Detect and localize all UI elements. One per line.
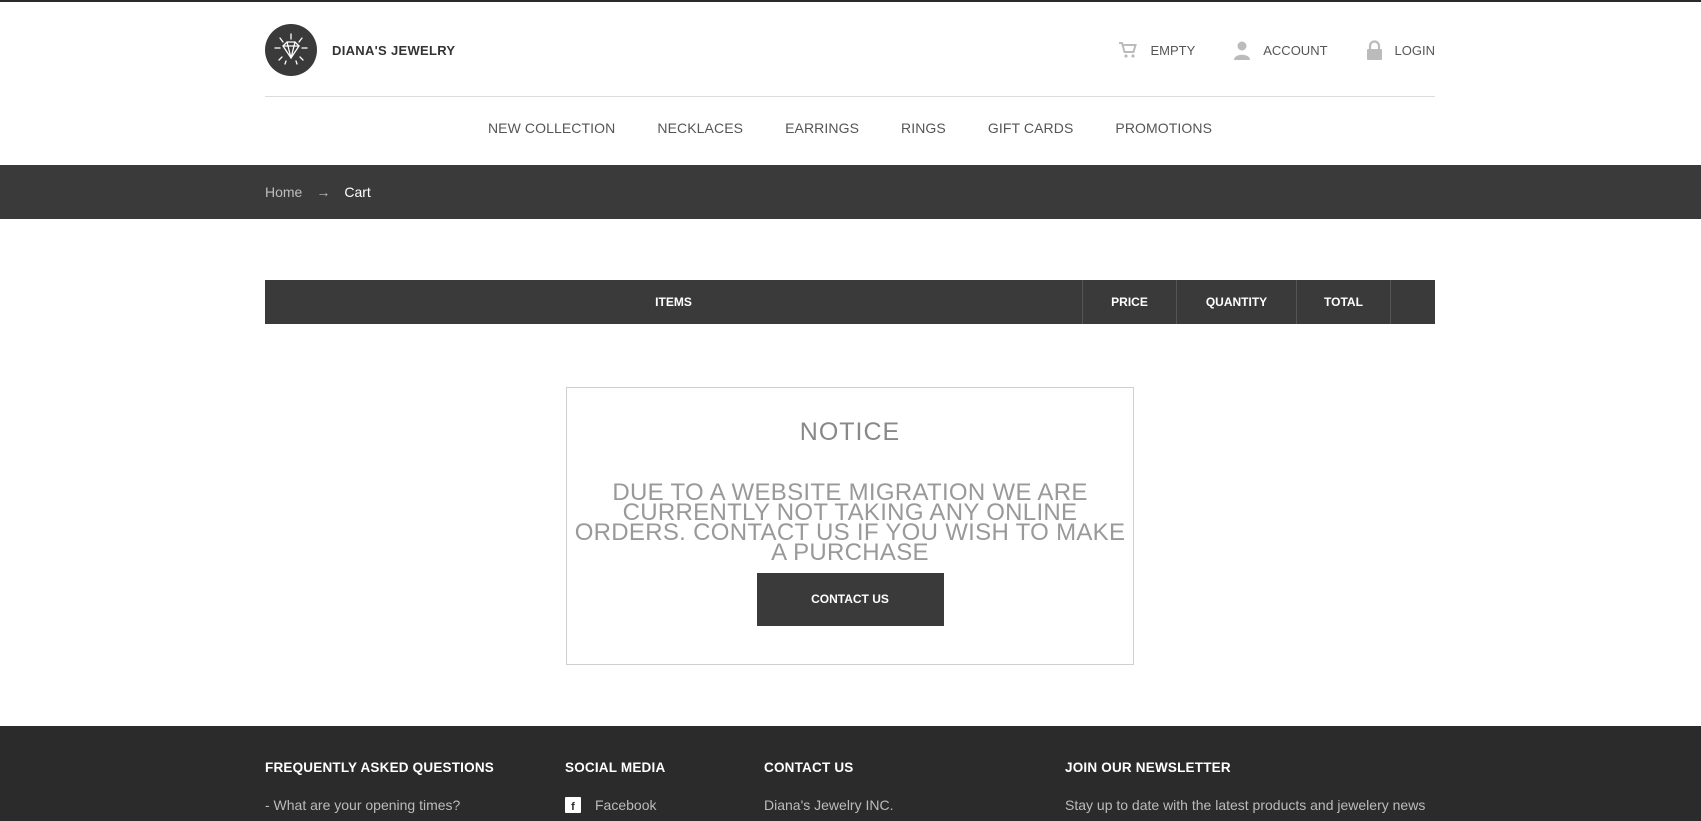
nav-item-necklaces[interactable]: NECKLACES: [657, 120, 743, 144]
column-header-quantity: QUANTITY: [1176, 280, 1296, 324]
nav-item-promotions[interactable]: PROMOTIONS: [1115, 120, 1212, 144]
login-label: LOGIN: [1394, 42, 1435, 58]
nav-item-gift-cards[interactable]: GIFT CARDS: [988, 120, 1074, 144]
nav-item-new-collection[interactable]: NEW COLLECTION: [488, 120, 615, 144]
footer-faq: FREQUENTLY ASKED QUESTIONS - What are yo…: [265, 760, 494, 813]
breadcrumb-band: Home → Cart: [0, 165, 1701, 219]
footer-newsletter-heading: JOIN OUR NEWSLETTER: [1065, 760, 1231, 775]
breadcrumb: Home → Cart: [265, 184, 371, 200]
nav-item-rings[interactable]: RINGS: [901, 120, 946, 144]
cart-status: EMPTY: [1150, 42, 1196, 58]
header-divider: [265, 96, 1435, 97]
column-header-price: PRICE: [1082, 280, 1176, 324]
breadcrumb-current: Cart: [344, 184, 371, 200]
lock-icon: [1366, 40, 1382, 60]
user-icon: [1234, 41, 1251, 60]
account-link[interactable]: ACCOUNT: [1233, 40, 1328, 60]
breadcrumb-separator: →: [316, 184, 331, 200]
footer-social-heading: SOCIAL MEDIA: [565, 760, 666, 775]
column-header-total: TOTAL: [1296, 280, 1390, 324]
company-name: Diana's Jewelry INC.: [764, 797, 894, 813]
main-nav: NEW COLLECTION NECKLACES EARRINGS RINGS …: [265, 120, 1435, 144]
cart-icon: [1119, 42, 1138, 58]
footer-newsletter: JOIN OUR NEWSLETTER Stay up to date with…: [1065, 760, 1425, 813]
site-header: DIANA'S JEWELRY EMPTY ACCOUNT LOGIN: [265, 24, 1435, 76]
footer-contact-heading: CONTACT US: [764, 760, 854, 775]
site-footer: FREQUENTLY ASKED QUESTIONS - What are yo…: [0, 726, 1701, 821]
footer-social: SOCIAL MEDIA f Facebook: [565, 760, 665, 813]
notice-title: NOTICE: [799, 418, 901, 446]
facebook-icon: f: [565, 797, 581, 813]
account-links: EMPTY ACCOUNT LOGIN: [1080, 40, 1435, 60]
nav-item-earrings[interactable]: EARRINGS: [785, 120, 859, 144]
login-link[interactable]: LOGIN: [1366, 40, 1435, 60]
breadcrumb-home-link[interactable]: Home: [265, 184, 302, 200]
logo[interactable]: DIANA'S JEWELRY: [265, 24, 455, 76]
notice-message: DUE TO A WEBSITE MIGRATION WE ARE CURREN…: [574, 479, 1126, 566]
facebook-label: Facebook: [595, 797, 657, 813]
column-header-actions: [1390, 280, 1435, 324]
contact-us-button[interactable]: CONTACT US: [756, 573, 944, 626]
newsletter-description: Stay up to date with the latest products…: [1065, 797, 1426, 813]
column-header-items: ITEMS: [655, 295, 692, 309]
cart-table-header: ITEMS PRICE QUANTITY TOTAL: [265, 280, 1435, 324]
facebook-link[interactable]: f Facebook: [565, 797, 665, 813]
account-label: ACCOUNT: [1263, 42, 1328, 58]
notice-box: NOTICE DUE TO A WEBSITE MIGRATION WE ARE…: [566, 387, 1134, 665]
diamond-logo-icon: [265, 24, 317, 76]
footer-contact: CONTACT US Diana's Jewelry INC.: [764, 760, 894, 813]
brand-name: DIANA'S JEWELRY: [332, 42, 456, 58]
footer-faq-heading: FREQUENTLY ASKED QUESTIONS: [265, 760, 494, 775]
cart-link[interactable]: EMPTY: [1118, 41, 1195, 59]
faq-link[interactable]: - What are your opening times?: [265, 797, 494, 813]
